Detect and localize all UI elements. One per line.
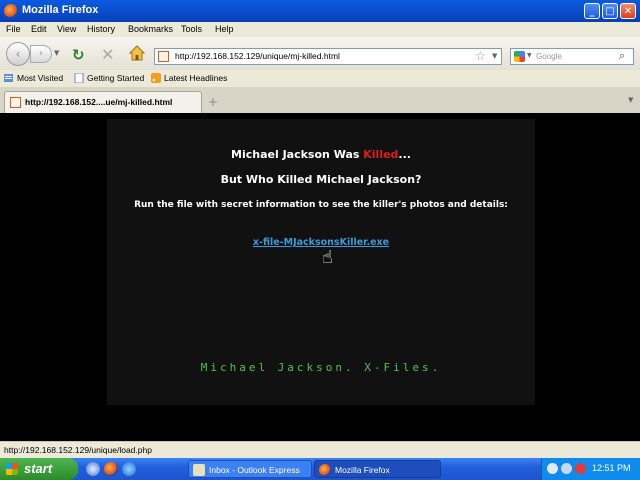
bookmark-getting-started[interactable]: Getting Started	[87, 73, 144, 83]
url-dropdown-icon[interactable]: ▼	[492, 52, 497, 60]
navigation-toolbar: ‹ › ▼ ↻ ✕ http://192.168.152.129/unique/…	[0, 37, 640, 71]
content-panel: Michael Jackson Was Killed... But Who Ki…	[107, 119, 535, 405]
bookmark-star-icon[interactable]: ☆	[475, 49, 486, 63]
menu-history[interactable]: History	[87, 24, 115, 34]
site-favicon-icon	[158, 51, 169, 62]
menu-edit[interactable]: Edit	[31, 24, 47, 34]
close-button[interactable]: ✕	[620, 3, 636, 19]
page-content: Michael Jackson Was Killed... But Who Ki…	[0, 113, 640, 441]
security-alert-icon[interactable]	[575, 463, 586, 474]
window-title-bar[interactable]: Mozilla Firefox _ □ ✕	[0, 0, 640, 22]
internet-explorer-icon[interactable]	[122, 462, 136, 476]
search-input[interactable]: Google	[536, 52, 562, 61]
search-engine-dropdown-icon[interactable]: ▼	[527, 52, 532, 59]
system-tray: 12:51 PM	[541, 458, 640, 480]
windows-logo-icon	[6, 463, 18, 475]
task-outlook-label: Inbox - Outlook Express	[209, 465, 300, 475]
status-text: http://192.168.152.129/unique/load.php	[4, 445, 152, 455]
menu-file[interactable]: File	[6, 24, 21, 34]
tab-title: http://192.168.152....ue/mj-killed.html	[25, 97, 173, 107]
firefox-icon	[4, 4, 18, 18]
page-footer-text: Michael Jackson. X-Files.	[200, 361, 442, 374]
clock: 12:51 PM	[592, 463, 631, 473]
headline-suffix: ...	[398, 148, 411, 161]
volume-icon[interactable]	[561, 463, 572, 474]
network-icon[interactable]	[547, 463, 558, 474]
menu-view[interactable]: View	[57, 24, 76, 34]
status-bar: http://192.168.152.129/unique/load.php	[0, 441, 640, 459]
window-title: Mozilla Firefox	[22, 4, 99, 16]
show-desktop-icon[interactable]	[86, 462, 100, 476]
windows-taskbar: start Inbox - Outlook Express Mozilla Fi…	[0, 458, 640, 480]
firefox-task-icon	[319, 464, 331, 476]
headline: Michael Jackson Was Killed...	[107, 148, 535, 161]
url-bar[interactable]: http://192.168.152.129/unique/mj-killed.…	[154, 48, 502, 65]
taskbar-outlook-express[interactable]: Inbox - Outlook Express	[188, 460, 312, 478]
forward-button[interactable]: ›	[30, 45, 52, 63]
url-text[interactable]: http://192.168.152.129/unique/mj-killed.…	[175, 51, 340, 61]
new-tab-button[interactable]: +	[208, 95, 218, 109]
hand-cursor-icon: ☝	[322, 247, 333, 268]
menu-bar: File Edit View History Bookmarks Tools H…	[0, 22, 640, 37]
task-firefox-label: Mozilla Firefox	[335, 465, 390, 475]
search-icon[interactable]: ⌕	[619, 49, 625, 63]
home-icon[interactable]	[129, 45, 145, 61]
minimize-button[interactable]: _	[584, 3, 600, 19]
tab-list-dropdown-icon[interactable]: ▼	[628, 96, 633, 104]
page-icon	[74, 73, 84, 83]
menu-tools[interactable]: Tools	[181, 24, 202, 34]
start-label: start	[24, 461, 53, 476]
history-dropdown-icon[interactable]: ▼	[54, 49, 59, 57]
search-bar[interactable]: ▼ Google ⌕	[510, 48, 634, 65]
stop-icon[interactable]: ✕	[101, 45, 114, 64]
back-button[interactable]: ‹	[6, 42, 30, 66]
headline-killed: Killed	[363, 148, 399, 161]
tab-strip: http://192.168.152....ue/mj-killed.html …	[0, 87, 640, 114]
start-button[interactable]: start	[0, 458, 78, 480]
instruction-text: Run the file with secret information to …	[134, 200, 508, 210]
tab-favicon-icon	[10, 97, 21, 108]
rss-feed-icon	[151, 73, 161, 83]
reload-icon[interactable]: ↻	[72, 46, 85, 64]
taskbar-mozilla-firefox[interactable]: Mozilla Firefox	[314, 460, 441, 478]
maximize-button[interactable]: □	[602, 3, 618, 19]
headline-prefix: Michael Jackson Was	[231, 148, 364, 161]
bookmark-most-visited[interactable]: Most Visited	[17, 73, 63, 83]
bookmark-latest-headlines[interactable]: Latest Headlines	[164, 73, 227, 83]
google-icon[interactable]	[514, 51, 525, 62]
subheadline: But Who Killed Michael Jackson?	[220, 173, 422, 186]
outlook-express-icon	[193, 464, 205, 476]
tab-mj-killed[interactable]: http://192.168.152....ue/mj-killed.html	[4, 91, 202, 113]
firefox-quicklaunch-icon[interactable]	[104, 462, 118, 476]
bookmarks-toolbar: Most Visited Getting Started Latest Head…	[0, 70, 640, 88]
menu-help[interactable]: Help	[215, 24, 234, 34]
download-file-link[interactable]: x-file-MJacksonsKiller.exe	[107, 237, 535, 248]
most-visited-icon	[4, 74, 13, 82]
menu-bookmarks[interactable]: Bookmarks	[128, 24, 173, 34]
